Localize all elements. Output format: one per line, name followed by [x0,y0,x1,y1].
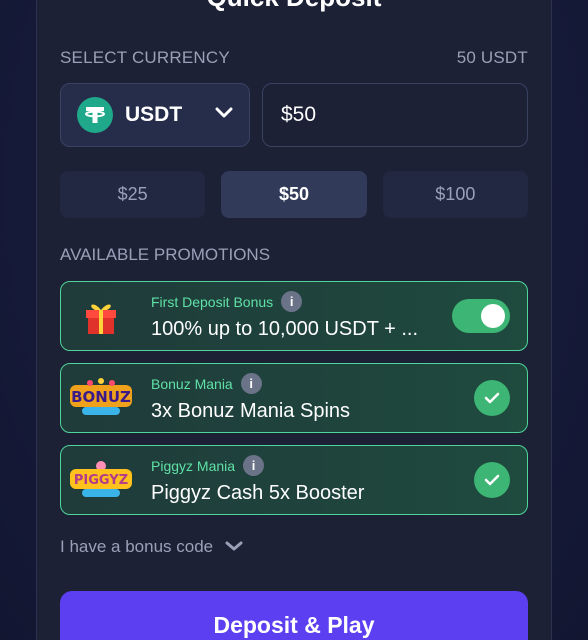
promo-tag: Bonuz Mania [151,375,233,392]
bonus-code-label: I have a bonus code [60,537,214,556]
promo-first-deposit[interactable]: First Deposit Bonus i 100% up to 10,000 … [60,281,528,351]
svg-text:PIGGYZ: PIGGYZ [74,473,128,488]
preset-50-button[interactable]: $50 [221,171,367,218]
info-icon[interactable]: i [243,455,265,476]
promo-piggyz-mania[interactable]: PIGGYZ Piggyz Mania i Piggyz Cash 5x Boo… [60,445,528,515]
balance-label: 50 USDT [456,48,528,67]
deposit-play-button[interactable]: Deposit & Play [60,591,528,640]
promo-toggle[interactable] [452,299,510,333]
amount-input[interactable] [281,103,509,127]
amount-field[interactable] [262,83,528,147]
preset-100-button[interactable]: $100 [382,171,528,218]
promo-tag: Piggyz Mania [151,457,236,474]
svg-text:BONUZ: BONUZ [71,388,131,406]
promo-bonuz-mania[interactable]: BONUZ Bonuz Mania i 3x Bonuz Mania Spins [60,363,528,433]
info-icon[interactable]: i [281,291,303,312]
check-icon[interactable] [474,462,510,498]
promotions-heading: AVAILABLE PROMOTIONS [60,245,271,264]
currency-select[interactable]: USDT [60,83,250,147]
promo-text: Piggyz Cash 5x Booster [151,482,365,504]
info-icon[interactable]: i [240,373,262,394]
gift-icon [61,282,141,350]
preset-amounts: $25 $50 $100 [60,171,528,218]
currency-label-row: SELECT CURRENCY 50 USDT [60,48,528,68]
promo-text: 100% up to 10,000 USDT + ... [151,318,419,340]
chevron-down-icon [215,106,233,124]
promo-text: 3x Bonuz Mania Spins [151,400,351,422]
selected-currency: USDT [125,103,183,126]
check-icon[interactable] [474,380,510,416]
piggyz-mania-logo: PIGGYZ [61,446,141,514]
page-title: Quick Deposit [0,0,588,13]
tether-icon [77,97,113,133]
promo-tag: First Deposit Bonus [151,293,274,310]
bonuz-mania-logo: BONUZ [61,364,141,432]
chevron-down-icon [225,537,243,557]
bonus-code-toggle[interactable]: I have a bonus code [60,537,243,557]
preset-25-button[interactable]: $25 [60,171,206,218]
select-currency-label: SELECT CURRENCY [60,48,230,67]
